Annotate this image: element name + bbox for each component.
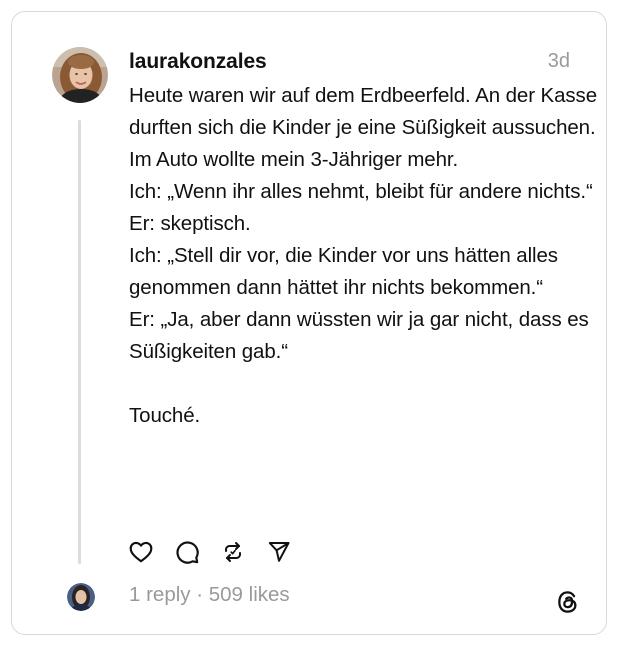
send-icon xyxy=(268,542,290,562)
author-avatar-image xyxy=(52,47,108,103)
post-timestamp: 3d xyxy=(547,50,570,72)
post-card: laurakonzales 3d Heute waren wir auf dem… xyxy=(11,11,607,635)
thread-line xyxy=(78,120,81,564)
like-button[interactable] xyxy=(126,537,156,567)
heart-icon xyxy=(129,541,153,563)
post-stats: 1 reply · 509 likes xyxy=(129,583,290,607)
comment-button[interactable] xyxy=(172,537,202,567)
share-button[interactable] xyxy=(264,537,294,567)
comment-icon xyxy=(176,541,199,564)
reply-avatar[interactable] xyxy=(67,583,95,611)
repost-icon xyxy=(225,542,241,562)
threads-logo-icon[interactable] xyxy=(555,589,581,615)
post-text: Heute waren wir auf dem Erdbeerfeld. An … xyxy=(129,84,597,427)
reply-avatar-image xyxy=(67,583,95,611)
reply-count[interactable]: 1 reply xyxy=(129,583,191,606)
repost-button[interactable] xyxy=(218,537,248,567)
author-avatar[interactable] xyxy=(52,47,108,103)
author-username[interactable]: laurakonzales xyxy=(129,50,267,74)
stats-separator: · xyxy=(190,583,209,606)
like-count[interactable]: 509 likes xyxy=(209,583,290,606)
post-actions xyxy=(126,535,310,569)
